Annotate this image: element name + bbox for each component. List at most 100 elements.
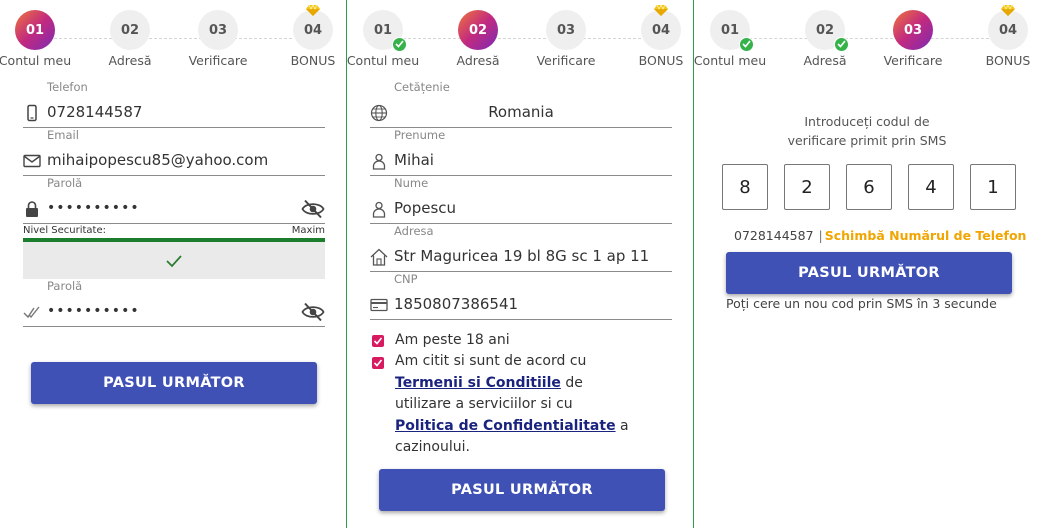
code-digit-1[interactable]: 8 bbox=[722, 164, 768, 210]
next-step-button[interactable]: PASUL URMĂTOR bbox=[379, 469, 665, 511]
home-icon bbox=[370, 248, 388, 266]
privacy-link[interactable]: Politica de Confidentialitate bbox=[395, 418, 616, 434]
step-label: Adresă bbox=[108, 53, 152, 68]
eye-off-icon[interactable] bbox=[301, 301, 325, 323]
change-phone-link[interactable]: Schimbă Numărul de Telefon bbox=[825, 228, 1027, 243]
double-check-icon bbox=[23, 306, 40, 319]
address-field[interactable]: Adresa Str Maguricea 19 bl 8G sc 1 ap 11 bbox=[370, 224, 672, 272]
step-number: 01 bbox=[373, 22, 393, 38]
step-label: Adresă bbox=[803, 53, 847, 68]
step-number: 03 bbox=[903, 22, 923, 38]
step-2[interactable]: 02 bbox=[110, 10, 150, 50]
password-field[interactable]: Parolă •••••••••• bbox=[23, 176, 325, 224]
next-step-button[interactable]: PASUL URMĂTOR bbox=[726, 252, 1012, 294]
step-label: BONUS bbox=[985, 53, 1031, 68]
field-label: Telefon bbox=[47, 80, 88, 94]
stepper: 01 02 03 04 Contul meu Adresă Verificare… bbox=[694, 0, 1040, 72]
step-number: 02 bbox=[815, 22, 835, 38]
step-4[interactable]: 04 bbox=[641, 5, 681, 50]
sms-instructions-line: verificare primit prin SMS bbox=[787, 133, 947, 148]
lastname-field[interactable]: Nume Popescu bbox=[370, 176, 672, 224]
terms-link[interactable]: Termenii si Conditiile bbox=[395, 375, 561, 391]
step-3[interactable]: 03 bbox=[198, 10, 238, 50]
step-1[interactable]: 01 bbox=[15, 10, 55, 50]
terms-checkbox[interactable] bbox=[372, 357, 384, 369]
security-level-value: Maxim bbox=[291, 225, 325, 236]
terms-text: Am citit si sunt de acord cu Termenii si… bbox=[395, 351, 635, 459]
mail-icon bbox=[23, 154, 41, 168]
confirm-password-input[interactable]: •••••••••• bbox=[47, 303, 140, 319]
step-2[interactable]: 02 bbox=[458, 10, 498, 50]
step-number: 01 bbox=[25, 22, 45, 38]
confirm-password-field[interactable]: Parolă •••••••••• bbox=[23, 279, 325, 327]
separator: | bbox=[818, 228, 823, 243]
step-number: 01 bbox=[720, 22, 740, 38]
age-checkbox-label: Am peste 18 ani bbox=[395, 332, 510, 348]
sms-instructions: Introduceți codul de verificare primit p… bbox=[694, 112, 1040, 150]
cnp-input[interactable]: 1850807386541 bbox=[394, 295, 518, 313]
code-digit-4[interactable]: 4 bbox=[908, 164, 954, 210]
step-number: 04 bbox=[651, 22, 671, 38]
email-input[interactable]: mihaipopescu85@yahoo.com bbox=[47, 151, 268, 169]
code-digit-2[interactable]: 2 bbox=[784, 164, 830, 210]
step-1[interactable]: 01 bbox=[363, 10, 407, 52]
resend-countdown: Poți cere un nou cod prin SMS în 3 secun… bbox=[726, 296, 997, 311]
phone-input[interactable]: 0728144587 bbox=[47, 103, 142, 121]
step-3[interactable]: 03 bbox=[893, 10, 933, 50]
citizenship-select[interactable]: Romania bbox=[370, 103, 672, 121]
completed-check-icon bbox=[392, 37, 407, 52]
step-label: Contul meu bbox=[346, 53, 420, 68]
address-input[interactable]: Str Maguricea 19 bl 8G sc 1 ap 11 bbox=[394, 247, 649, 265]
next-step-button[interactable]: PASUL URMĂTOR bbox=[31, 362, 317, 404]
eye-off-icon[interactable] bbox=[301, 198, 325, 220]
step-4[interactable]: 04 bbox=[988, 5, 1028, 50]
step-label: Verificare bbox=[188, 53, 248, 68]
step-label: Verificare bbox=[883, 53, 943, 68]
security-check-box bbox=[23, 242, 325, 279]
step-number: 04 bbox=[998, 22, 1018, 38]
id-card-icon bbox=[370, 298, 388, 312]
diamond-icon bbox=[654, 5, 668, 16]
step-number: 04 bbox=[303, 22, 323, 38]
code-digit-3[interactable]: 6 bbox=[846, 164, 892, 210]
step-4[interactable]: 04 bbox=[293, 5, 333, 50]
security-level-row: Nivel Securitate: Maxim bbox=[23, 225, 325, 239]
code-digit-5[interactable]: 1 bbox=[970, 164, 1016, 210]
field-label: CNP bbox=[394, 272, 418, 286]
stepper-line bbox=[54, 38, 292, 39]
account-panel: 01 02 03 04 Contul meu Adresă Verificare… bbox=[0, 0, 346, 528]
step-1[interactable]: 01 bbox=[710, 10, 754, 52]
firstname-field[interactable]: Prenume Mihai bbox=[370, 128, 672, 176]
field-label: Nume bbox=[394, 176, 429, 190]
lastname-input[interactable]: Popescu bbox=[394, 199, 456, 217]
completed-check-icon bbox=[834, 37, 849, 52]
email-field[interactable]: Email mihaipopescu85@yahoo.com bbox=[23, 128, 325, 176]
step-label: Verificare bbox=[536, 53, 596, 68]
field-label: Cetățenie bbox=[394, 80, 450, 94]
stepper-line bbox=[749, 38, 989, 39]
stepper: 01 02 03 04 Contul meu Adresă Verificare… bbox=[347, 0, 693, 72]
stepper-line bbox=[403, 38, 641, 39]
person-icon bbox=[372, 153, 386, 170]
field-label: Parolă bbox=[47, 279, 83, 293]
person-icon bbox=[372, 201, 386, 218]
step-number: 03 bbox=[556, 22, 576, 38]
phone-icon bbox=[27, 104, 37, 122]
step-label: Contul meu bbox=[693, 53, 767, 68]
phone-field[interactable]: Telefon 0728144587 bbox=[23, 80, 325, 128]
verification-panel: 01 02 03 04 Contul meu Adresă Verificare… bbox=[694, 0, 1040, 528]
step-2[interactable]: 02 bbox=[805, 10, 849, 52]
field-label: Email bbox=[47, 128, 79, 142]
firstname-input[interactable]: Mihai bbox=[394, 151, 434, 169]
address-panel: 01 02 03 04 Contul meu Adresă Verificare… bbox=[347, 0, 693, 528]
step-3[interactable]: 03 bbox=[546, 10, 586, 50]
field-label: Parolă bbox=[47, 176, 83, 190]
check-icon bbox=[166, 254, 182, 267]
phone-row: 0728144587 | Schimbă Numărul de Telefon bbox=[734, 228, 1026, 243]
diamond-icon bbox=[1001, 5, 1015, 16]
cnp-field[interactable]: CNP 1850807386541 bbox=[370, 272, 672, 320]
age-checkbox[interactable] bbox=[372, 335, 384, 347]
password-input[interactable]: •••••••••• bbox=[47, 200, 140, 216]
lock-icon bbox=[26, 201, 38, 217]
citizenship-field[interactable]: Cetățenie Romania bbox=[370, 80, 672, 128]
